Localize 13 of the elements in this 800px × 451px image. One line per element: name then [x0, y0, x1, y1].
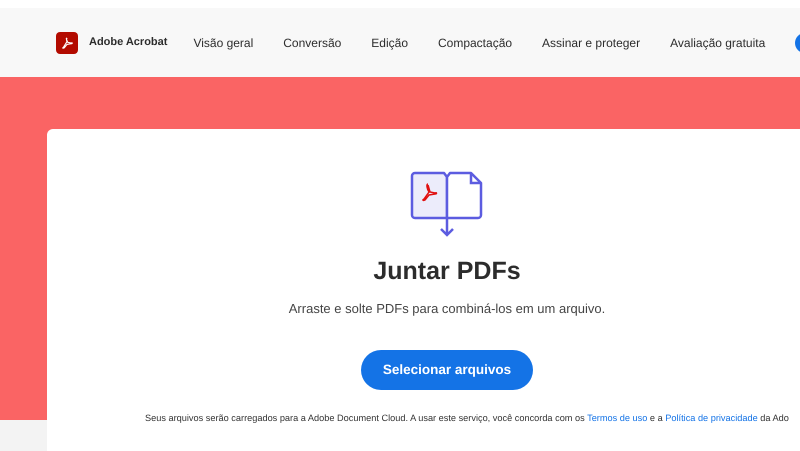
nav-link[interactable]: Visão geral — [193, 34, 254, 52]
policy-link[interactable]: Política de privacidade — [665, 413, 758, 423]
nav-link[interactable]: Avaliação gratuita — [670, 34, 766, 52]
nav-link[interactable]: Assinar e proteger — [542, 34, 640, 52]
page-title: Juntar PDFs — [373, 256, 521, 287]
nav-link[interactable]: Compactação — [438, 34, 512, 52]
disclaimer-text: Seus arquivos serão carregados para a Adobe Document Cloud. A usar este serviço, você concorda com os Termos de uso e a Política de privacidade da Ado — [145, 412, 789, 425]
policy-link[interactable]: Termos de uso — [587, 413, 648, 423]
nav-link[interactable]: Conversão — [283, 34, 342, 52]
select-files-button[interactable]: Selecionar arquivos — [360, 350, 534, 390]
nav-link[interactable]: Edição — [371, 34, 408, 52]
brand-name[interactable]: Adobe Acrobat — [89, 34, 168, 51]
subtitle: Arraste e solte PDFs para combiná-los em um arquivo. — [288, 300, 606, 318]
